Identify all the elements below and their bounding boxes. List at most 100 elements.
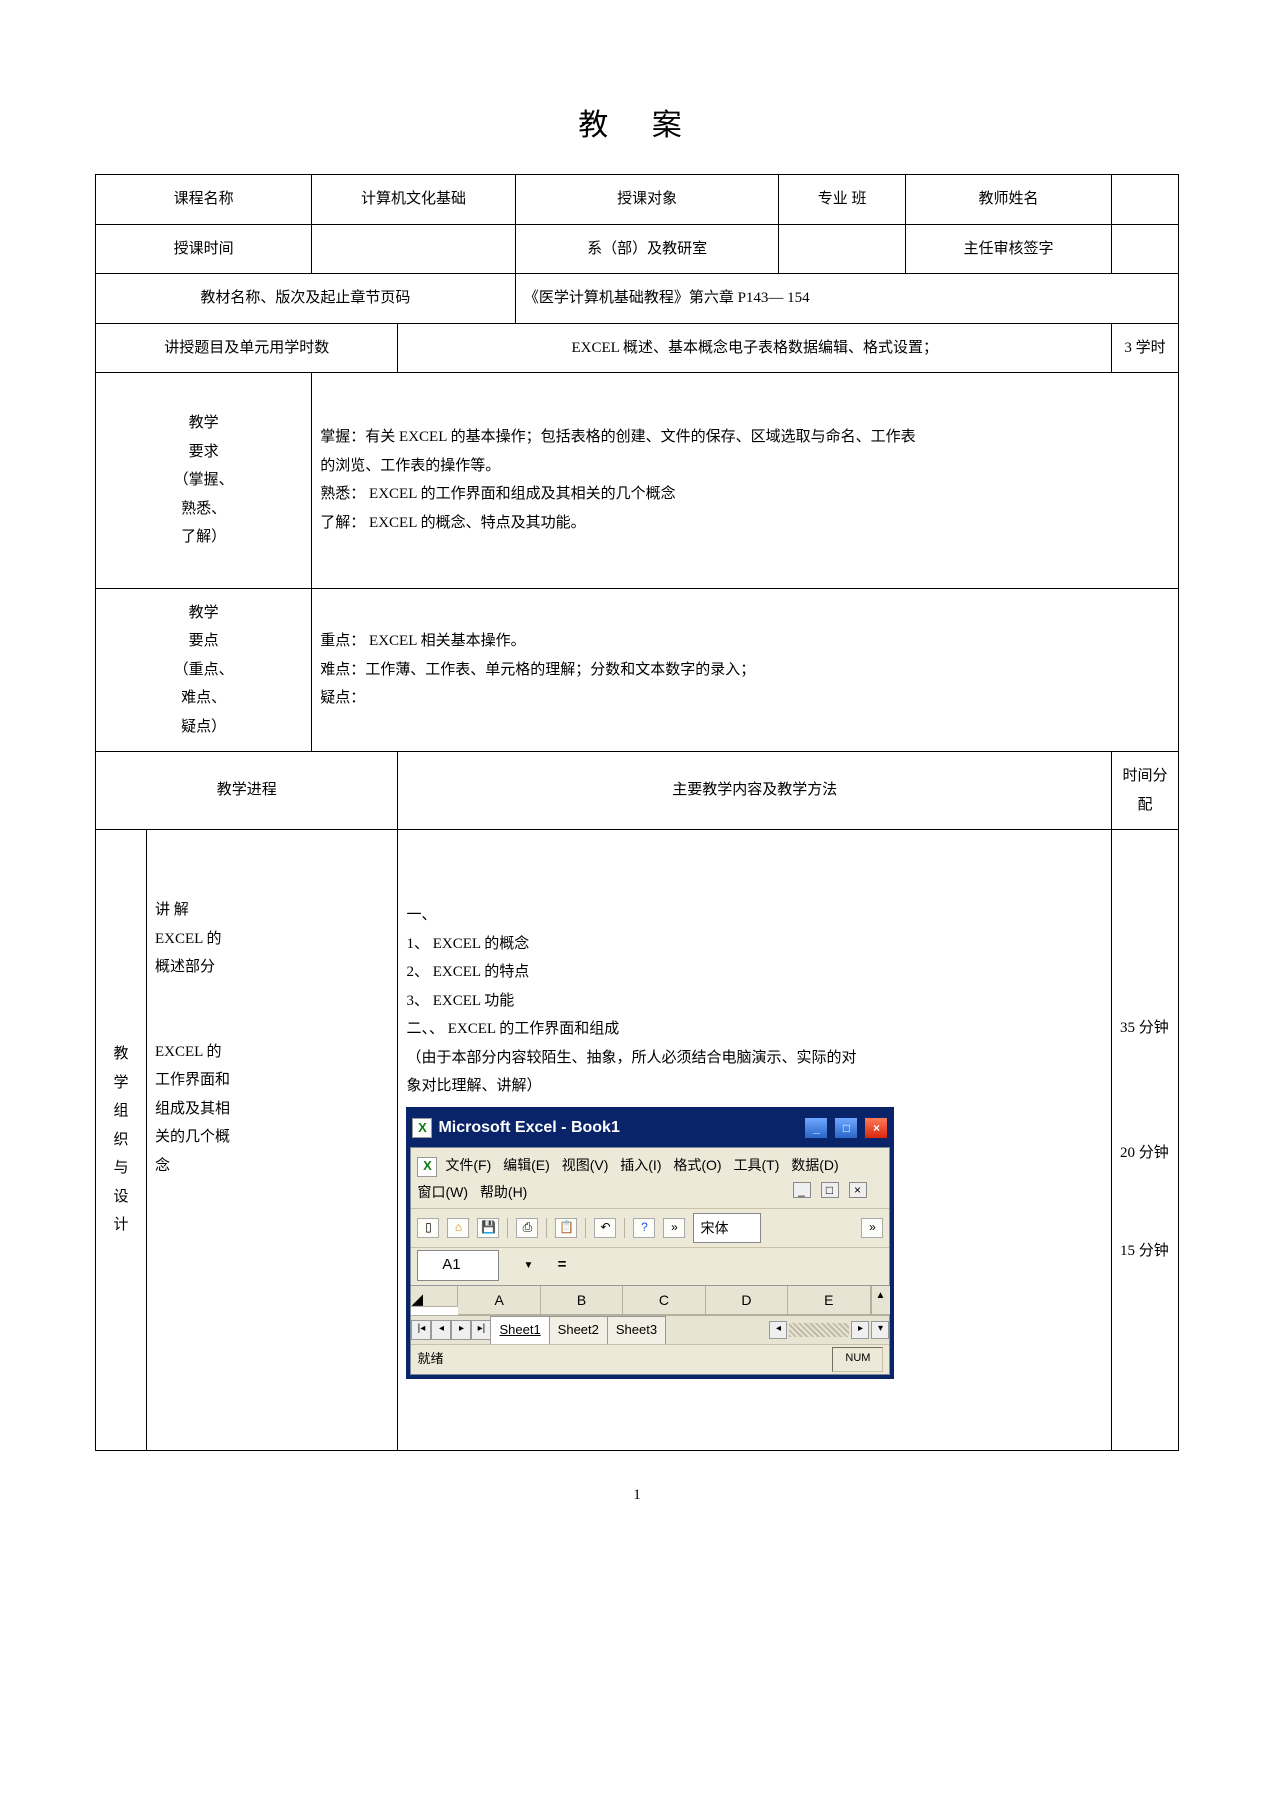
scrollbar[interactable] bbox=[789, 1323, 849, 1337]
pts-line: 疑点： bbox=[320, 684, 1170, 713]
paste-icon[interactable]: 📋 bbox=[555, 1218, 577, 1238]
pts-line: 重点： EXCEL 相关基本操作。 bbox=[320, 627, 1170, 656]
more-icon[interactable]: » bbox=[663, 1218, 685, 1238]
excel-grid[interactable]: ◢ A B C D E ▲ |◂ ◂ bbox=[411, 1285, 889, 1344]
req-line: 的浏览、工作表的操作等。 bbox=[320, 452, 1170, 481]
step-line: 关的几个概 bbox=[155, 1123, 389, 1152]
sheet-tab[interactable]: Sheet3 bbox=[607, 1316, 666, 1344]
fx-label: = bbox=[557, 1251, 566, 1280]
menu-edit[interactable]: 编辑(E) bbox=[503, 1157, 550, 1173]
value-dept bbox=[779, 224, 906, 274]
name-box[interactable]: A1 bbox=[417, 1250, 499, 1281]
time-entry: 35 分钟 bbox=[1120, 1014, 1170, 1043]
menu-help[interactable]: 帮助(H) bbox=[480, 1184, 527, 1200]
minimize-button[interactable]: _ bbox=[804, 1117, 828, 1139]
menu-format[interactable]: 格式(O) bbox=[673, 1157, 721, 1173]
toolbar-more-icon[interactable]: » bbox=[861, 1218, 883, 1238]
step-line: 工作界面和 bbox=[155, 1066, 389, 1095]
undo-icon[interactable]: ↶ bbox=[594, 1218, 616, 1238]
label-key-points: 教学 要点 （重点、 难点、 疑点） bbox=[96, 588, 312, 752]
label-topic-hours: 讲授题目及单元用学时数 bbox=[96, 323, 398, 373]
label-time: 授课时间 bbox=[96, 224, 312, 274]
maximize-button[interactable]: □ bbox=[834, 1117, 858, 1139]
scroll-left-icon[interactable]: ◂ bbox=[769, 1321, 787, 1339]
status-num: NUM bbox=[832, 1347, 883, 1372]
sheet-tab-bar[interactable]: |◂ ◂ ▸ ▸| Sheet1 Sheet2 Sheet3 ◂ bbox=[411, 1315, 889, 1344]
label-teacher: 教师姓名 bbox=[905, 175, 1111, 225]
progress-steps: 讲 解 EXCEL 的 概述部分 EXCEL 的 工作界面和 组成及其相 关的几… bbox=[147, 830, 398, 1451]
save-icon[interactable]: 💾 bbox=[477, 1218, 499, 1238]
tab-nav-next-icon[interactable]: ▸ bbox=[451, 1320, 471, 1340]
col-header[interactable]: D bbox=[706, 1286, 788, 1316]
page-title: 教 案 bbox=[99, 100, 1179, 144]
time-allocation: 35 分钟 20 分钟 15 分钟 bbox=[1112, 830, 1179, 1451]
new-icon[interactable]: ▯ bbox=[417, 1218, 439, 1238]
content-line: 二、、 EXCEL 的工作界面和组成 bbox=[406, 1015, 1103, 1044]
value-hours: 3 学时 bbox=[1112, 323, 1179, 373]
step-line: 概述部分 bbox=[155, 953, 389, 982]
value-time bbox=[312, 224, 516, 274]
main-content: 一、 1、 EXCEL 的概念 2、 EXCEL 的特点 3、 EXCEL 功能… bbox=[398, 830, 1112, 1451]
value-key-points: 重点： EXCEL 相关基本操作。 难点：工作薄、工作表、单元格的理解；分数和文… bbox=[312, 588, 1179, 752]
col-header[interactable]: A bbox=[458, 1286, 540, 1316]
time-entry: 20 分钟 bbox=[1120, 1139, 1170, 1168]
content-line: 2、 EXCEL 的特点 bbox=[406, 958, 1103, 987]
col-header[interactable]: C bbox=[623, 1286, 705, 1316]
font-selector[interactable]: 宋体 bbox=[693, 1213, 761, 1244]
sheet-tab[interactable]: Sheet1 bbox=[490, 1316, 549, 1344]
value-textbook: 《医学计算机基础教程》第六章 P143— 154 bbox=[515, 274, 1178, 324]
col-header[interactable]: B bbox=[541, 1286, 623, 1316]
value-topic: EXCEL 概述、基本概念电子表格数据编辑、格式设置； bbox=[398, 323, 1112, 373]
menu-window[interactable]: 窗口(W) bbox=[417, 1184, 468, 1200]
menu-insert[interactable]: 插入(I) bbox=[620, 1157, 661, 1173]
excel-statusbar: 就绪 NUM bbox=[411, 1344, 889, 1374]
value-course-name: 计算机文化基础 bbox=[312, 175, 516, 225]
status-ready: 就绪 bbox=[417, 1347, 443, 1372]
excel-app-icon: X bbox=[412, 1118, 432, 1138]
scroll-up-icon[interactable]: ▲ bbox=[871, 1286, 890, 1316]
open-icon[interactable]: ⌂ bbox=[447, 1218, 469, 1238]
select-all-corner[interactable]: ◢ bbox=[411, 1286, 458, 1307]
print-icon[interactable]: ⎙ bbox=[516, 1218, 538, 1238]
menu-view[interactable]: 视图(V) bbox=[562, 1157, 609, 1173]
value-requirements: 掌握：有关 EXCEL 的基本操作；包括表格的创建、文件的保存、区域选取与命名、… bbox=[312, 373, 1179, 589]
value-sign bbox=[1112, 224, 1179, 274]
col-time: 时间分配 bbox=[1112, 752, 1179, 830]
content-line: 象对比理解、讲解） bbox=[406, 1072, 1103, 1101]
req-line: 了解： EXCEL 的概念、特点及其功能。 bbox=[320, 509, 1170, 538]
close-button[interactable]: × bbox=[864, 1117, 888, 1139]
label-requirements: 教学 要求 （掌握、 熟悉、 了解） bbox=[96, 373, 312, 589]
excel-screenshot: X Microsoft Excel - Book1 _ □ × X 文件(F) … bbox=[406, 1107, 894, 1379]
lesson-plan-table: 课程名称 计算机文化基础 授课对象 专业 班 教师姓名 授课时间 系（部）及教研… bbox=[95, 174, 1179, 1451]
excel-toolbar[interactable]: ▯ ⌂ 💾 ⎙ 📋 ↶ ? » 宋体 bbox=[411, 1208, 889, 1248]
menu-data[interactable]: 数据(D) bbox=[791, 1157, 838, 1173]
content-line: 3、 EXCEL 功能 bbox=[406, 987, 1103, 1016]
menu-file[interactable]: 文件(F) bbox=[445, 1157, 491, 1173]
doc-icon: X bbox=[417, 1157, 437, 1177]
step-line: EXCEL 的 bbox=[155, 925, 389, 954]
label-dept: 系（部）及教研室 bbox=[515, 224, 779, 274]
content-line: 1、 EXCEL 的概念 bbox=[406, 930, 1103, 959]
step-line: 讲 解 bbox=[155, 896, 389, 925]
excel-titlebar: X Microsoft Excel - Book1 _ □ × bbox=[410, 1111, 890, 1147]
scroll-right-icon[interactable]: ▸ bbox=[851, 1321, 869, 1339]
step-line: EXCEL 的 bbox=[155, 1038, 389, 1067]
col-header[interactable]: E bbox=[788, 1286, 870, 1316]
tab-nav-first-icon[interactable]: |◂ bbox=[411, 1320, 431, 1340]
req-line: 熟悉： EXCEL 的工作界面和组成及其相关的几个概念 bbox=[320, 480, 1170, 509]
mdi-controls[interactable]: _□× bbox=[791, 1179, 875, 1202]
excel-menubar[interactable]: X 文件(F) 编辑(E) 视图(V) 插入(I) 格式(O) 工具(T) 数据… bbox=[411, 1148, 889, 1207]
label-sign: 主任审核签字 bbox=[905, 224, 1111, 274]
scroll-down-icon[interactable]: ▾ bbox=[871, 1321, 889, 1339]
help-icon[interactable]: ? bbox=[633, 1218, 655, 1238]
tab-nav-prev-icon[interactable]: ◂ bbox=[431, 1320, 451, 1340]
tab-nav-last-icon[interactable]: ▸| bbox=[471, 1320, 491, 1340]
pts-line: 难点：工作薄、工作表、单元格的理解；分数和文本数字的录入； bbox=[320, 656, 1170, 685]
content-line: 一、 bbox=[406, 901, 1103, 930]
value-teacher bbox=[1112, 175, 1179, 225]
col-progress: 教学进程 bbox=[96, 752, 398, 830]
sheet-tab[interactable]: Sheet2 bbox=[549, 1316, 608, 1344]
excel-title: Microsoft Excel - Book1 bbox=[438, 1113, 619, 1143]
excel-formula-bar[interactable]: A1 ▼ = bbox=[411, 1247, 889, 1285]
menu-tools[interactable]: 工具(T) bbox=[733, 1157, 779, 1173]
